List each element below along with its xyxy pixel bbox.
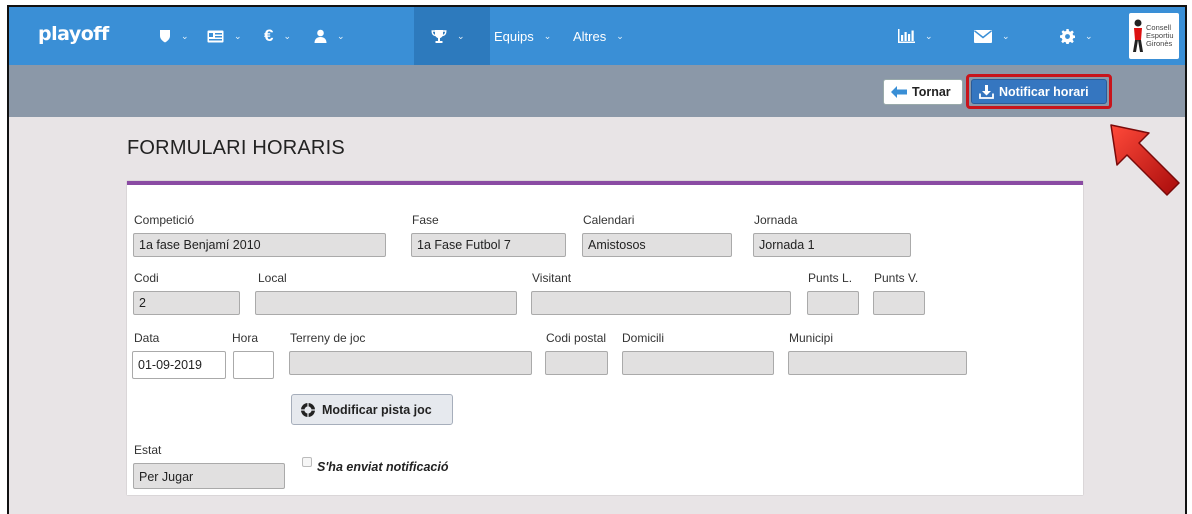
chevron-down-icon: ⌄ [543,30,552,41]
nav-menu-shield[interactable]: ⌄ [159,7,189,65]
trophy-icon [431,29,447,43]
jornada-field: Jornada 1 [753,233,911,257]
notify-button-highlight: Notificar horari [966,74,1112,109]
municipi-label: Municipi [789,331,834,345]
arrow-left-icon [891,86,907,98]
chevron-down-icon: ⌄ [283,30,292,41]
punts-visitant-label: Punts V. [874,271,919,285]
notification-sent-label: S'ha enviat notificació [317,460,449,474]
terreny-field [289,351,532,375]
gear-icon [1060,28,1075,44]
shield-icon [160,30,170,43]
top-navbar: playoff ⌄ ⌄ € ⌄ ⌄ ⌄ Equips ⌄ Altres ⌄ ⌄ … [9,7,1185,65]
envelope-icon [974,29,992,43]
jornada-label: Jornada [754,213,798,227]
page-title: FORMULARI HORARIS [127,137,345,159]
visitant-field [531,291,791,315]
back-button-label: Tornar [912,85,951,99]
chevron-down-icon: ⌄ [181,30,189,41]
download-icon [979,84,994,99]
chevron-down-icon: ⌄ [1002,30,1010,41]
org-logo-mark [1133,19,1143,52]
codi-label: Codi [134,271,159,285]
back-button[interactable]: Tornar [883,79,963,105]
nav-menu-equips[interactable]: Equips ⌄ [494,7,551,65]
municipi-field [788,351,967,375]
notify-button-label: Notificar horari [999,84,1089,99]
time-input[interactable] [233,351,274,379]
punts-visitant-field [873,291,925,315]
calendari-label: Calendari [583,213,635,227]
nav-label-equips: Equips [494,28,534,44]
brand-logo[interactable]: playoff [38,23,109,45]
nav-menu-competitions[interactable]: ⌄ [414,7,490,65]
nav-menu-users[interactable]: ⌄ [314,7,345,65]
chevron-down-icon: ⌄ [1085,30,1093,41]
notify-schedule-button[interactable]: Notificar horari [971,79,1107,104]
app-window: playoff ⌄ ⌄ € ⌄ ⌄ ⌄ Equips ⌄ Altres ⌄ ⌄ … [7,5,1187,514]
schedule-form-panel: Competició 1a fase Benjamí 2010 Fase 1a … [127,181,1083,495]
nav-menu-stats[interactable]: ⌄ [897,7,933,65]
euro-icon: € [264,26,274,45]
codi-postal-field [545,351,608,375]
org-logo[interactable]: Consell Esportiu Gironès [1129,13,1179,59]
notification-sent-checkbox[interactable] [302,457,312,467]
date-input[interactable]: 01-09-2019 [132,351,226,379]
nav-menu-finance[interactable]: € ⌄ [264,7,291,65]
competicio-field: 1a fase Benjamí 2010 [133,233,386,257]
chevron-down-icon: ⌄ [616,30,624,41]
nav-menu-settings[interactable]: ⌄ [1060,7,1093,65]
nav-menu-card[interactable]: ⌄ [207,7,242,65]
nav-menu-altres[interactable]: Altres ⌄ [573,7,624,65]
punts-local-field [807,291,859,315]
chevron-down-icon: ⌄ [337,30,345,41]
local-label: Local [258,271,287,285]
domicili-label: Domicili [622,331,664,345]
codi-field: 2 [133,291,240,315]
domicili-field [622,351,774,375]
codi-postal-label: Codi postal [546,331,607,345]
red-pointer-arrow [1110,124,1180,196]
fase-field: 1a Fase Futbol 7 [411,233,566,257]
user-icon [314,29,327,43]
nav-menu-messages[interactable]: ⌄ [974,7,1010,65]
visitant-label: Visitant [532,271,572,285]
chevron-down-icon: ⌄ [457,30,465,41]
nav-label-altres: Altres [573,28,607,44]
estat-label: Estat [134,443,162,457]
action-toolbar: Tornar Notificar horari [9,65,1185,117]
chevron-down-icon: ⌄ [234,30,242,41]
modify-court-button[interactable]: Modificar pista joc [291,394,453,425]
bar-chart-icon [898,29,915,43]
chevron-down-icon: ⌄ [925,30,933,41]
punts-local-label: Punts L. [808,271,853,285]
competicio-label: Competició [134,213,195,227]
data-label: Data [134,331,160,345]
terreny-label: Terreny de joc [290,331,366,345]
id-card-icon [207,30,224,42]
fase-label: Fase [412,213,439,227]
modify-court-label: Modificar pista joc [322,402,432,417]
hora-label: Hora [232,331,259,345]
estat-field: Per Jugar [133,463,285,489]
circle-icon [301,402,315,417]
calendari-field: Amistosos [582,233,732,257]
local-field [255,291,517,315]
org-logo-text: Consell Esportiu Gironès [1146,23,1174,48]
